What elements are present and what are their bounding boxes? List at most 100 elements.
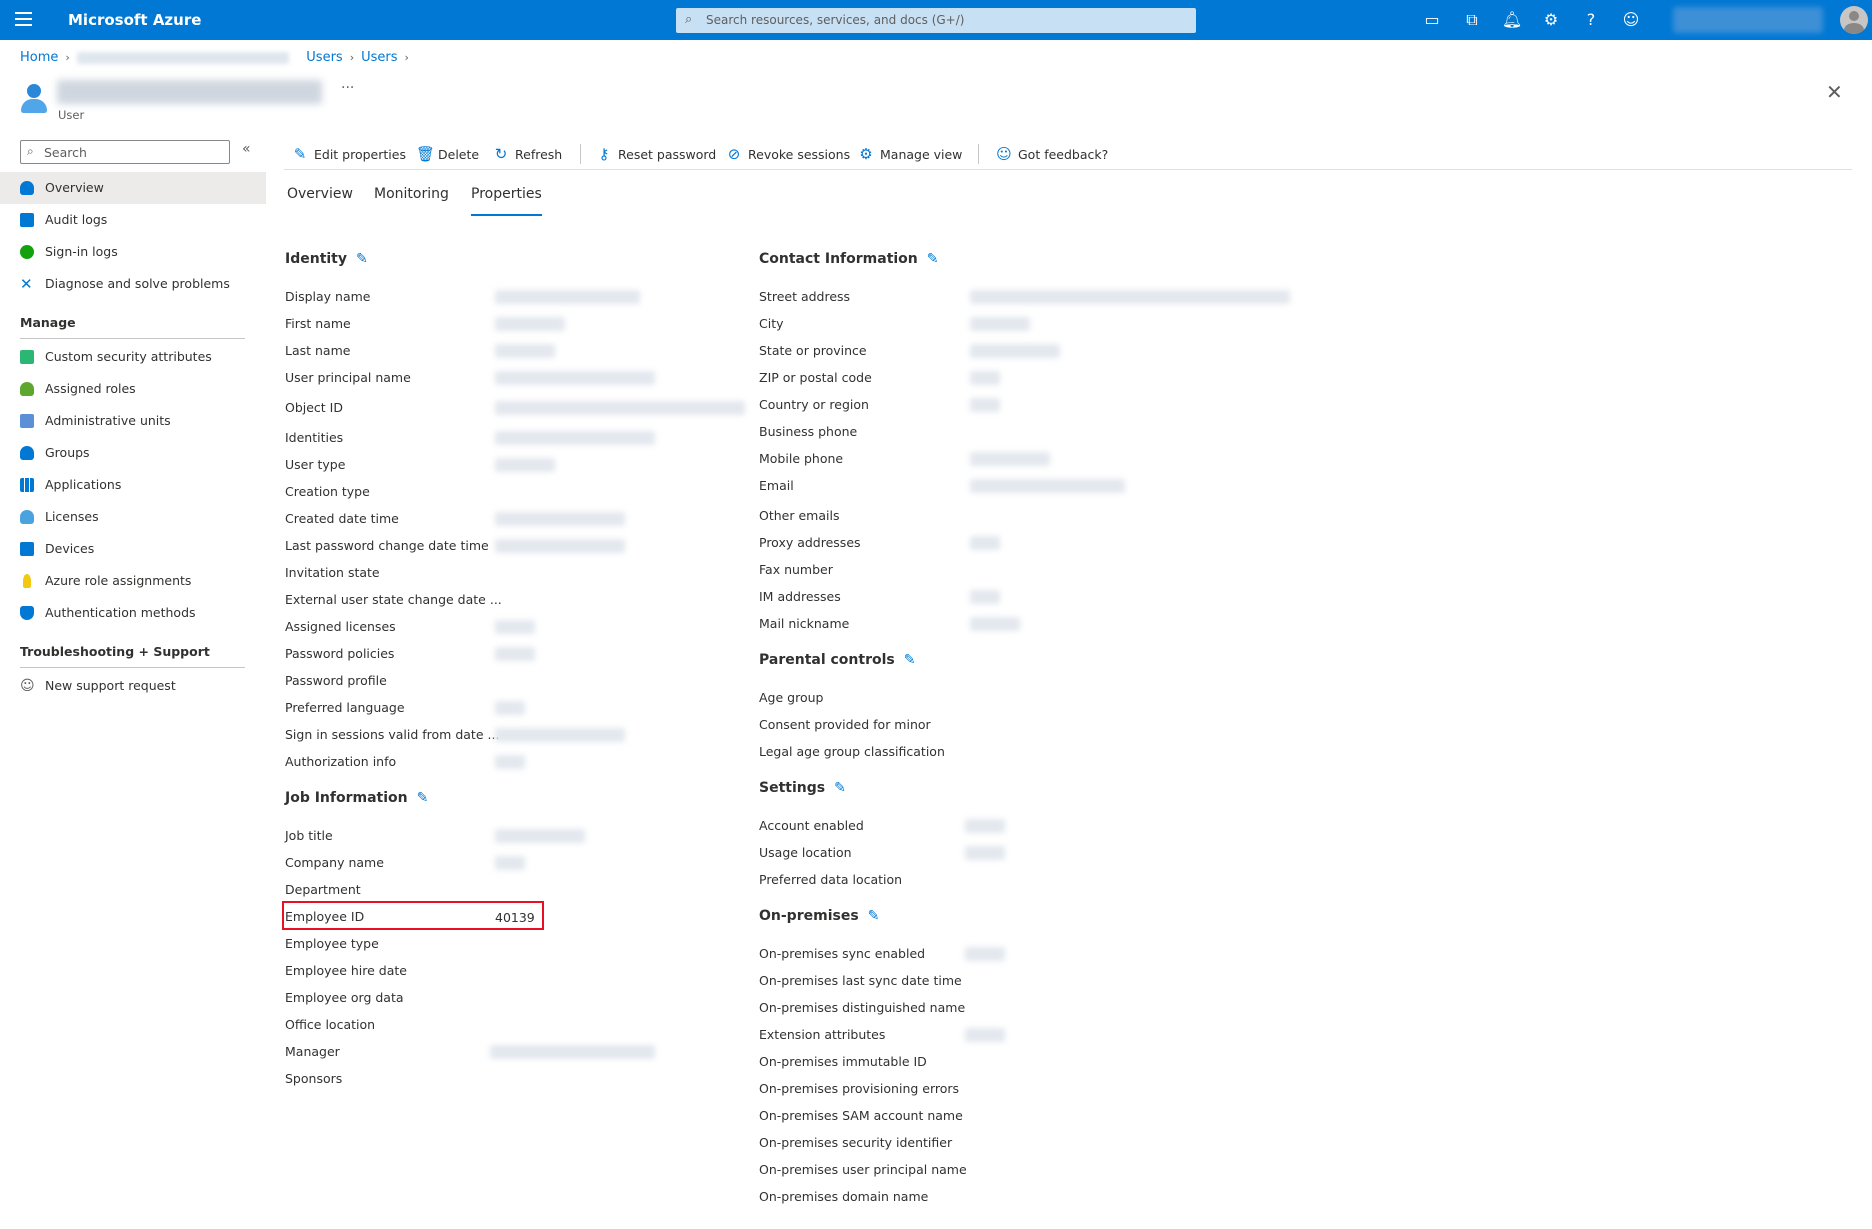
help-icon[interactable]: ?: [1580, 10, 1602, 30]
breadcrumb-users-2[interactable]: Users: [361, 50, 397, 65]
devices-icon: [20, 542, 34, 556]
sidebar-search-input[interactable]: ⌕ Search: [20, 140, 230, 164]
edit-onprem-pencil-icon[interactable]: ✎: [868, 908, 880, 924]
sidebar-item-label: Administrative units: [45, 413, 171, 428]
property-label: Invitation state: [285, 565, 380, 580]
collapse-sidebar-button[interactable]: «: [242, 141, 251, 157]
breadcrumb-home[interactable]: Home: [20, 50, 58, 65]
search-icon: ⌕: [27, 144, 34, 158]
edit-contact-pencil-icon[interactable]: ✎: [927, 251, 939, 267]
sidebar-item-audit-logs[interactable]: Audit logs: [0, 204, 266, 236]
security-attributes-icon: [20, 350, 34, 364]
groups-icon: [20, 446, 34, 460]
key-icon: ⚷: [598, 145, 610, 163]
redacted-value: [495, 728, 625, 742]
account-info-redacted[interactable]: [1673, 7, 1823, 33]
redacted-value: [970, 452, 1050, 466]
edit-settings-pencil-icon[interactable]: ✎: [834, 780, 846, 796]
property-label: Authorization info: [285, 754, 397, 769]
redacted-value: [495, 539, 625, 553]
edit-identity-pencil-icon[interactable]: ✎: [356, 251, 368, 267]
redacted-value: [495, 620, 535, 634]
tab-properties[interactable]: Properties: [471, 186, 542, 216]
property-label: Employee hire date: [285, 963, 407, 978]
redacted-value: [970, 617, 1020, 631]
chevron-right-icon: [296, 51, 300, 64]
close-icon[interactable]: ✕: [1826, 82, 1843, 102]
delete-button[interactable]: 🗑︎ Delete: [416, 142, 479, 166]
more-options-button[interactable]: ···: [341, 80, 354, 96]
property-label: Company name: [285, 855, 384, 870]
property-label: On-premises SAM account name: [759, 1108, 963, 1123]
redacted-value: [490, 1045, 655, 1059]
edit-job-pencil-icon[interactable]: ✎: [417, 790, 429, 806]
sidebar-item-overview[interactable]: Overview: [0, 172, 266, 204]
support-icon: ☺: [20, 678, 35, 694]
sidebar-item-administrative-units[interactable]: Administrative units: [0, 405, 266, 437]
sidebar-item-groups[interactable]: Groups: [0, 437, 266, 469]
directory-filter-icon[interactable]: ⧉: [1461, 10, 1483, 30]
applications-icon: [20, 478, 34, 492]
property-label: Last name: [285, 343, 351, 358]
property-label: User principal name: [285, 370, 411, 385]
section-onprem-title: On-premises: [759, 908, 859, 924]
sidebar-item-label: Groups: [45, 445, 90, 460]
property-label: ZIP or postal code: [759, 370, 872, 385]
sidebar-item-devices[interactable]: Devices: [0, 533, 266, 565]
property-label: Creation type: [285, 484, 370, 499]
redacted-value: [495, 344, 555, 358]
refresh-button[interactable]: ↻ Refresh: [493, 142, 563, 166]
revoke-sessions-button[interactable]: ⊘ Revoke sessions: [726, 142, 850, 166]
notifications-icon[interactable]: 🔔︎: [1501, 10, 1523, 30]
redacted-value: [495, 701, 525, 715]
property-label: On-premises immutable ID: [759, 1054, 927, 1069]
reset-password-button[interactable]: ⚷ Reset password: [596, 142, 717, 166]
sidebar-item-diagnose[interactable]: ✕ Diagnose and solve problems: [0, 268, 266, 300]
user-icon: [19, 82, 49, 114]
settings-icon[interactable]: ⚙: [1540, 10, 1562, 30]
sidebar-item-licenses[interactable]: Licenses: [0, 501, 266, 533]
edit-parental-pencil-icon[interactable]: ✎: [904, 652, 916, 668]
property-label: Sponsors: [285, 1071, 343, 1086]
sidebar-item-new-support-request[interactable]: ☺ New support request: [0, 670, 266, 702]
toolbar-divider: [978, 144, 979, 164]
manage-view-button[interactable]: ⚙ Manage view: [858, 142, 962, 166]
property-label: On-premises sync enabled: [759, 946, 926, 961]
redacted-value: [495, 856, 525, 870]
sidebar-item-label: Azure role assignments: [45, 573, 192, 588]
global-search-input[interactable]: ⌕ Search resources, services, and docs (…: [676, 8, 1196, 33]
global-search-placeholder: Search resources, services, and docs (G+…: [706, 13, 965, 27]
sidebar-item-sign-in-logs[interactable]: Sign-in logs: [0, 236, 266, 268]
sidebar-item-azure-role-assignments[interactable]: Azure role assignments: [0, 565, 266, 597]
reset-password-label: Reset password: [618, 147, 717, 162]
feedback-icon[interactable]: ☺: [1620, 10, 1642, 30]
tab-monitoring[interactable]: Monitoring: [374, 186, 449, 216]
redacted-value: [970, 344, 1060, 358]
avatar[interactable]: [1840, 6, 1868, 34]
edit-properties-button[interactable]: ✎ Edit properties: [292, 142, 406, 166]
sidebar-item-applications[interactable]: Applications: [0, 469, 266, 501]
property-label: Fax number: [759, 562, 833, 577]
property-label: Usage location: [759, 845, 852, 860]
brand-title[interactable]: Microsoft Azure: [68, 11, 201, 29]
search-icon: ⌕: [685, 12, 693, 27]
user-icon: [20, 181, 34, 195]
property-label: Extension attributes: [759, 1027, 886, 1042]
property-label: On-premises last sync date time: [759, 973, 962, 988]
breadcrumb-tenant-redacted[interactable]: [76, 51, 289, 64]
cloud-shell-icon[interactable]: ▭: [1421, 10, 1443, 30]
shield-icon: [20, 606, 34, 620]
got-feedback-button[interactable]: ☺ Got feedback?: [996, 142, 1108, 166]
tab-overview[interactable]: Overview: [287, 186, 353, 216]
sidebar-item-assigned-roles[interactable]: Assigned roles: [0, 373, 266, 405]
sidebar-section-support: Troubleshooting + Support: [20, 644, 210, 659]
redacted-value: [970, 479, 1125, 493]
hamburger-menu-icon[interactable]: [15, 12, 32, 28]
sidebar-item-custom-security-attributes[interactable]: Custom security attributes: [0, 341, 266, 373]
property-label: Legal age group classification: [759, 744, 945, 759]
trash-icon: 🗑︎: [416, 145, 436, 163]
property-label: Display name: [285, 289, 371, 304]
manage-view-label: Manage view: [880, 147, 963, 162]
breadcrumb-users[interactable]: Users: [306, 50, 342, 65]
sidebar-item-authentication-methods[interactable]: Authentication methods: [0, 597, 266, 629]
